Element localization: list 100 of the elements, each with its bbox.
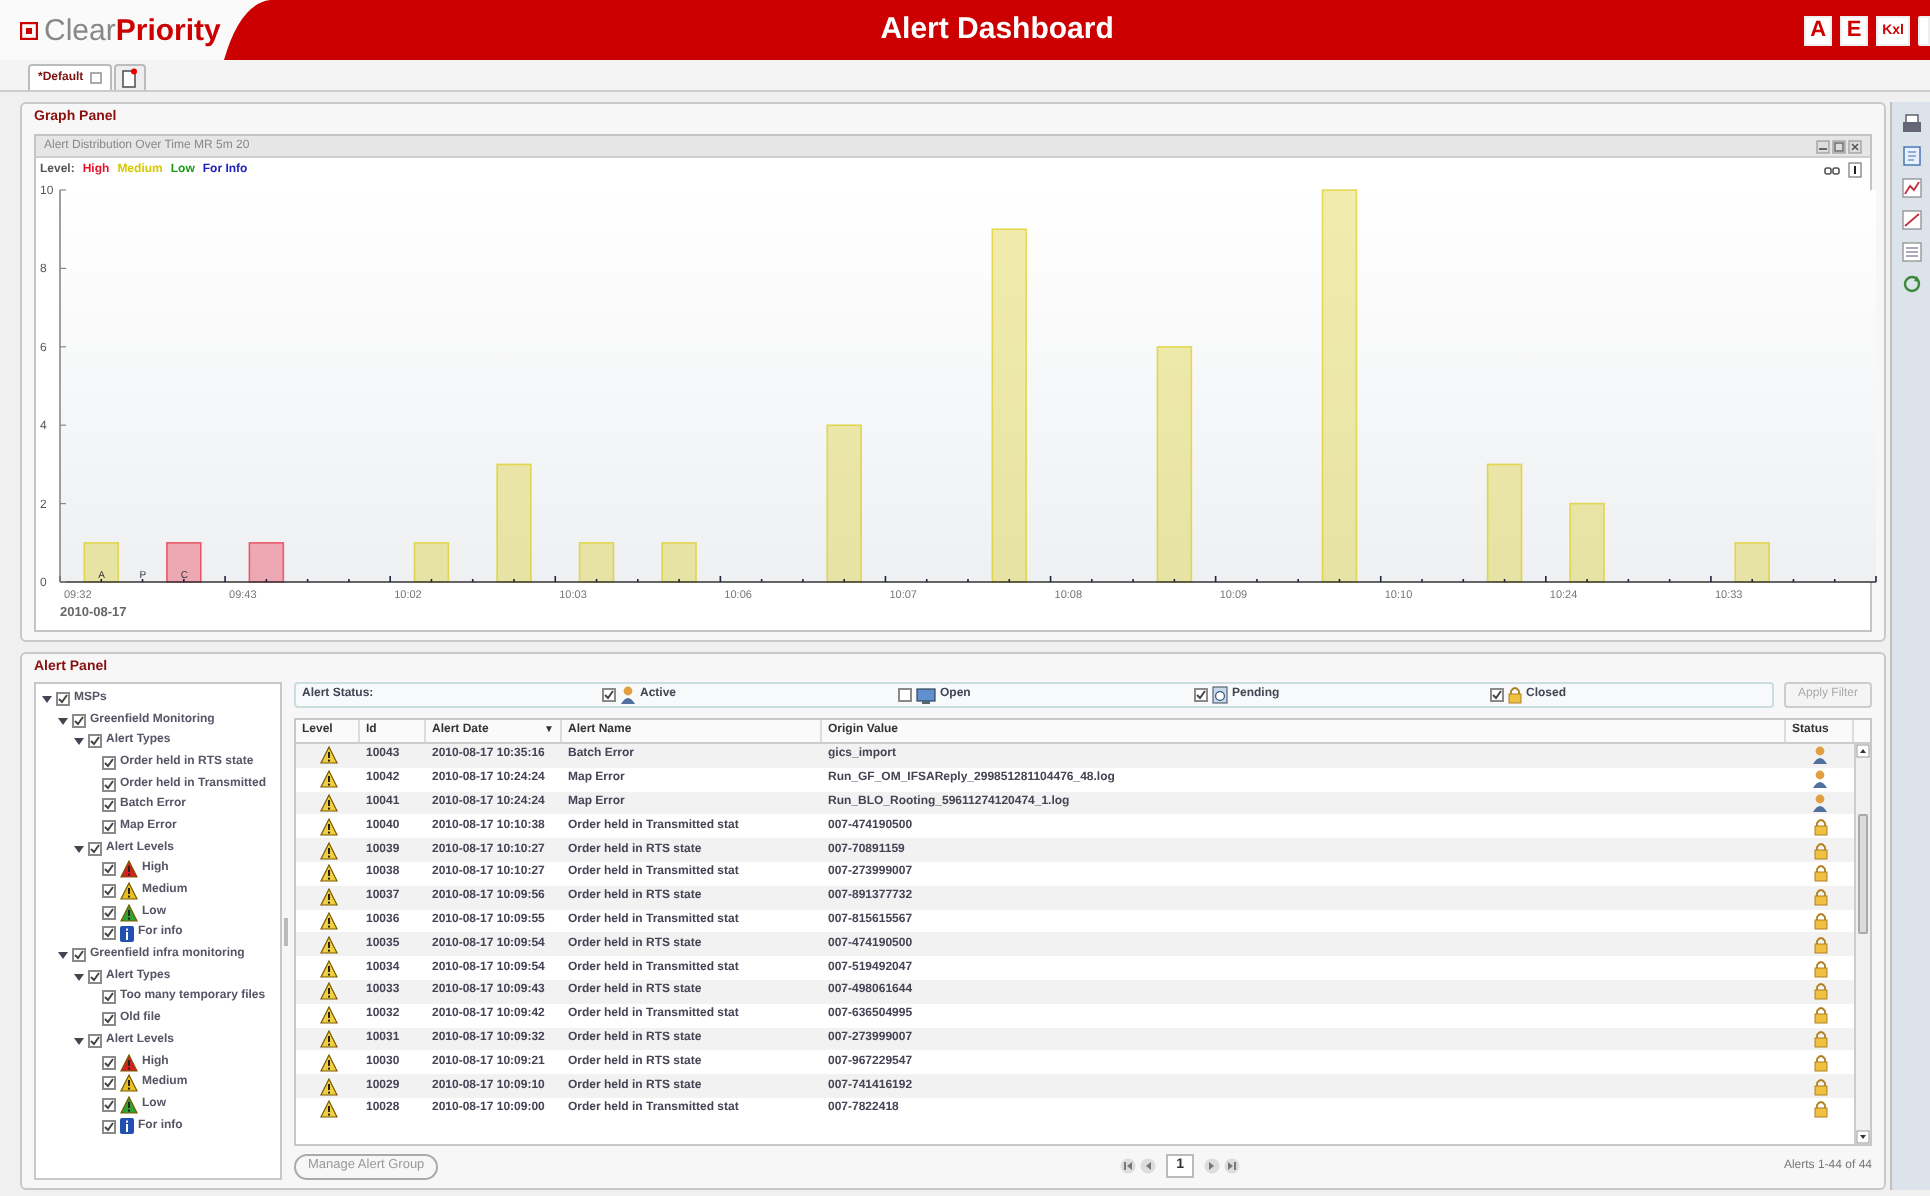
checkbox[interactable] (102, 819, 116, 834)
next-page-icon[interactable] (1204, 1158, 1221, 1174)
bar (1569, 502, 1605, 583)
warning-icon (319, 982, 337, 1001)
lock-icon (1813, 1006, 1827, 1025)
list-icon (1901, 242, 1921, 262)
person-icon (620, 686, 636, 704)
first-page-icon[interactable] (1120, 1158, 1137, 1174)
bar (1486, 463, 1523, 583)
checkbox[interactable] (1194, 688, 1208, 702)
lock-icon (1813, 1053, 1827, 1072)
lock-icon (1813, 841, 1827, 860)
check-icon (604, 690, 614, 700)
checkbox[interactable] (102, 1076, 116, 1091)
expand-arrow-icon[interactable] (74, 843, 84, 854)
warning-icon (319, 770, 337, 789)
lock-icon (1813, 959, 1827, 978)
checkbox[interactable] (102, 1012, 116, 1027)
person-icon (1812, 793, 1828, 812)
monitor-icon (916, 687, 936, 703)
checkbox[interactable] (102, 777, 116, 792)
export-icon (1848, 162, 1862, 178)
check-icon (1492, 690, 1502, 700)
previous-page-icon[interactable] (1140, 1158, 1157, 1174)
refresh-icon (1901, 274, 1921, 294)
warning-icon (319, 746, 337, 765)
checkbox[interactable] (898, 688, 912, 702)
bar (578, 542, 615, 583)
checkbox[interactable] (88, 734, 102, 749)
warning-icon (319, 841, 337, 860)
lock-icon (1813, 911, 1827, 930)
warning-icon (319, 959, 337, 978)
link-icon (1824, 165, 1840, 175)
expand-arrow-icon[interactable] (74, 1035, 84, 1046)
lock-icon (1508, 686, 1522, 704)
checkbox[interactable] (102, 905, 116, 920)
warning-icon (319, 793, 337, 812)
bar (413, 542, 450, 583)
checkbox[interactable] (102, 755, 116, 770)
header-button[interactable]: A (1804, 15, 1833, 45)
checkbox[interactable] (102, 862, 116, 877)
checkbox[interactable] (72, 713, 86, 728)
warning-icon (319, 864, 337, 883)
warning-icon (319, 911, 337, 930)
checkbox[interactable] (72, 948, 86, 963)
warning-icon (319, 935, 337, 954)
checkbox[interactable] (102, 1055, 116, 1070)
lock-icon (1813, 888, 1827, 907)
trend-icon (1901, 210, 1921, 230)
checkbox[interactable] (102, 926, 116, 941)
checkbox[interactable] (88, 1033, 102, 1048)
expand-arrow-icon[interactable] (58, 715, 68, 726)
bar (1734, 542, 1770, 583)
window-title: Alert Dashboard (878, 9, 1116, 50)
document-icon (1901, 146, 1921, 166)
warning-icon (319, 1006, 337, 1025)
last-page-icon[interactable] (1224, 1158, 1241, 1174)
checkbox[interactable] (102, 1119, 116, 1134)
logo-icon (20, 21, 38, 39)
warning-icon (319, 1029, 337, 1048)
header-button[interactable] (1918, 15, 1930, 45)
checkbox[interactable] (1490, 688, 1504, 702)
expand-arrow-icon[interactable] (42, 693, 52, 704)
warning-icon (319, 1053, 337, 1072)
lock-icon (1813, 935, 1827, 954)
warning-icon (319, 1077, 337, 1096)
lock-icon (1813, 817, 1827, 836)
chart-icon (1901, 178, 1921, 198)
person-icon (1812, 746, 1828, 765)
checkbox[interactable] (602, 688, 616, 702)
scroll-thumb[interactable] (1858, 814, 1868, 934)
expand-arrow-icon[interactable] (74, 736, 84, 747)
lock-icon (1813, 1100, 1827, 1119)
expand-arrow-icon[interactable] (58, 950, 68, 961)
bar (496, 463, 532, 583)
checkbox[interactable] (102, 990, 116, 1005)
checkbox[interactable] (102, 798, 116, 813)
bar (661, 542, 697, 583)
warning-icon (319, 888, 337, 907)
lock-icon (1813, 1029, 1827, 1048)
printer-icon (1901, 114, 1921, 134)
header-button[interactable]: E (1840, 15, 1869, 45)
logo-text: ClearPriority (44, 15, 221, 45)
lock-icon (1813, 864, 1827, 883)
scrollbar[interactable] (1854, 744, 1870, 1144)
checkbox[interactable] (56, 691, 70, 706)
checkbox[interactable] (88, 841, 102, 856)
person-icon (1812, 770, 1828, 789)
warning-icon (319, 1100, 337, 1119)
check-icon (1196, 690, 1206, 700)
checkbox[interactable] (88, 969, 102, 984)
splitter-handle[interactable] (284, 917, 288, 945)
lock-icon (1813, 1077, 1827, 1096)
close-icon (89, 72, 102, 84)
expand-arrow-icon[interactable] (74, 971, 84, 982)
checkbox[interactable] (102, 1097, 116, 1112)
lock-icon (1813, 982, 1827, 1001)
bar (248, 542, 285, 583)
checkbox[interactable] (102, 884, 116, 899)
bar (166, 542, 202, 583)
